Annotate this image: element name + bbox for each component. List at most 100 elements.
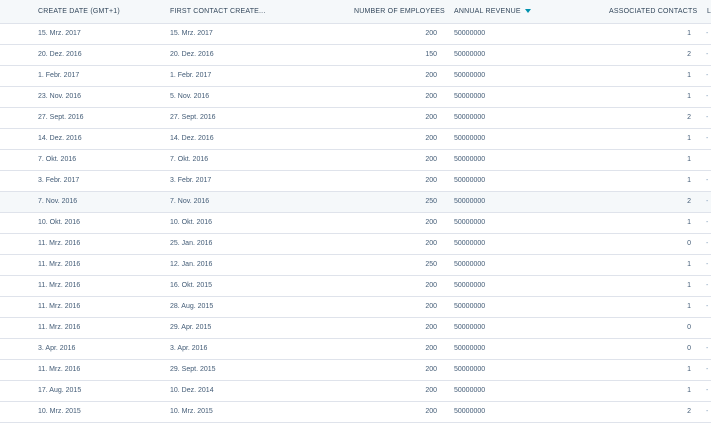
cell-extra: - [706, 387, 709, 394]
cell-revenue: 50000000 [454, 366, 486, 373]
cell-employees: 200 [425, 282, 437, 289]
cell-contacts: 2 [687, 51, 691, 58]
table-row[interactable]: 11. Mrz. 2016 29. Apr. 2015 200 50000000 0 [0, 318, 711, 339]
cell-contacts: 2 [687, 198, 691, 205]
column-header-contacts[interactable]: ASSOCIATED CONTACTS [609, 0, 697, 23]
table-row[interactable]: 10. Mrz. 2015 10. Mrz. 2015 200 50000000 2 - [0, 402, 711, 423]
cell-extra: - [706, 114, 709, 121]
cell-first-contact: 3. Apr. 2016 [170, 345, 208, 352]
table-row[interactable]: 23. Nov. 2016 5. Nov. 2016 200 50000000 1 - [0, 87, 711, 108]
cell-contacts: 2 [687, 408, 691, 415]
cell-employees: 200 [425, 114, 437, 121]
table-row[interactable]: 3. Apr. 2016 3. Apr. 2016 200 50000000 0 - [0, 339, 711, 360]
table-header: CREATE DATE (GMT+1) FIRST CONTACT CREATE… [0, 0, 711, 24]
table-row[interactable]: 17. Aug. 2015 10. Dez. 2014 200 50000000 1 - [0, 381, 711, 402]
companies-table: CREATE DATE (GMT+1) FIRST CONTACT CREATE… [0, 0, 711, 423]
cell-first-contact: 28. Aug. 2015 [170, 303, 214, 310]
table-row[interactable]: 7. Nov. 2016 7. Nov. 2016 250 50000000 2 - [0, 192, 711, 213]
cell-extra: - [706, 366, 709, 373]
column-header-create-date[interactable]: CREATE DATE (GMT+1) [38, 0, 120, 23]
cell-contacts: 0 [687, 345, 691, 352]
cell-first-contact: 29. Sept. 2015 [170, 366, 216, 373]
cell-create-date: 20. Dez. 2016 [38, 51, 82, 58]
cell-extra: - [706, 72, 709, 79]
column-header-revenue[interactable]: ANNUAL REVENUE [454, 0, 531, 23]
table-row[interactable]: 15. Mrz. 2017 15. Mrz. 2017 200 50000000 1 - [0, 24, 711, 45]
cell-first-contact: 7. Okt. 2016 [170, 156, 209, 163]
table-row[interactable]: 11. Mrz. 2016 16. Okt. 2015 200 50000000 1 - [0, 276, 711, 297]
table-row[interactable]: 20. Dez. 2016 20. Dez. 2016 150 50000000 2 - [0, 45, 711, 66]
cell-extra: - [706, 135, 709, 142]
cell-first-contact: 10. Okt. 2016 [170, 219, 213, 226]
table-row[interactable]: 27. Sept. 2016 27. Sept. 2016 200 50000000 2… [0, 108, 711, 129]
cell-contacts: 1 [687, 93, 691, 100]
cell-first-contact: 7. Nov. 2016 [170, 198, 210, 205]
cell-extra: - [706, 303, 709, 310]
cell-employees: 200 [425, 156, 437, 163]
table-row[interactable]: 1. Febr. 2017 1. Febr. 2017 200 50000000 1 - [0, 66, 711, 87]
cell-create-date: 17. Aug. 2015 [38, 387, 82, 394]
cell-first-contact: 25. Jan. 2016 [170, 240, 213, 247]
table-row[interactable]: 11. Mrz. 2016 25. Jan. 2016 200 50000000 0 - [0, 234, 711, 255]
cell-create-date: 23. Nov. 2016 [38, 93, 82, 100]
cell-create-date: 11. Mrz. 2016 [38, 303, 81, 310]
cell-revenue: 50000000 [454, 261, 486, 268]
cell-employees: 200 [425, 408, 437, 415]
table-row[interactable]: 3. Febr. 2017 3. Febr. 2017 200 50000000 1 - [0, 171, 711, 192]
cell-revenue: 50000000 [454, 345, 486, 352]
cell-first-contact: 29. Apr. 2015 [170, 324, 212, 331]
sort-down-icon[interactable] [524, 9, 531, 14]
cell-first-contact: 27. Sept. 2016 [170, 114, 216, 121]
cell-revenue: 50000000 [454, 219, 486, 226]
cell-employees: 200 [425, 240, 437, 247]
cell-extra: - [706, 177, 709, 184]
table-row[interactable]: 10. Okt. 2016 10. Okt. 2016 200 50000000 1 - [0, 213, 711, 234]
cell-create-date: 3. Febr. 2017 [38, 177, 80, 184]
cell-contacts: 1 [687, 366, 691, 373]
cell-revenue: 50000000 [454, 303, 486, 310]
cell-create-date: 10. Okt. 2016 [38, 219, 81, 226]
cell-create-date: 15. Mrz. 2017 [38, 30, 81, 37]
cell-revenue: 50000000 [454, 51, 486, 58]
cell-create-date: 7. Okt. 2016 [38, 156, 77, 163]
table-row[interactable]: 11. Mrz. 2016 29. Sept. 2015 200 50000000 1 - [0, 360, 711, 381]
cell-first-contact: 3. Febr. 2017 [170, 177, 212, 184]
cell-extra: - [706, 261, 709, 268]
cell-extra: - [706, 219, 709, 226]
cell-extra: - [706, 408, 709, 415]
table-row[interactable]: 7. Okt. 2016 7. Okt. 2016 200 50000000 1 [0, 150, 711, 171]
cell-contacts: 1 [687, 72, 691, 79]
cell-create-date: 14. Dez. 2016 [38, 135, 82, 142]
column-header-employees[interactable]: NUMBER OF EMPLOYEES [354, 0, 445, 23]
cell-contacts: 1 [687, 156, 691, 163]
cell-extra: - [706, 93, 709, 100]
cell-first-contact: 15. Mrz. 2017 [170, 30, 213, 37]
cell-employees: 250 [425, 198, 437, 205]
cell-contacts: 1 [687, 30, 691, 37]
column-header-extra[interactable]: L [707, 0, 711, 23]
cell-contacts: 1 [687, 219, 691, 226]
cell-revenue: 50000000 [454, 93, 486, 100]
cell-contacts: 2 [687, 114, 691, 121]
cell-first-contact: 20. Dez. 2016 [170, 51, 214, 58]
cell-contacts: 0 [687, 324, 691, 331]
cell-create-date: 11. Mrz. 2016 [38, 261, 81, 268]
cell-revenue: 50000000 [454, 72, 486, 79]
cell-first-contact: 5. Nov. 2016 [170, 93, 210, 100]
table-row[interactable]: 11. Mrz. 2016 28. Aug. 2015 200 50000000 1 - [0, 297, 711, 318]
cell-contacts: 1 [687, 303, 691, 310]
cell-employees: 200 [425, 93, 437, 100]
cell-revenue: 50000000 [454, 408, 486, 415]
column-header-revenue-label: ANNUAL REVENUE [454, 8, 521, 15]
column-header-first-contact[interactable]: FIRST CONTACT CREATE... [170, 0, 265, 23]
cell-revenue: 50000000 [454, 324, 486, 331]
cell-employees: 200 [425, 387, 437, 394]
table-row[interactable]: 11. Mrz. 2016 12. Jan. 2016 250 50000000 1 - [0, 255, 711, 276]
cell-extra: - [706, 345, 709, 352]
cell-extra: - [706, 30, 709, 37]
table-row[interactable]: 14. Dez. 2016 14. Dez. 2016 200 50000000 1 - [0, 129, 711, 150]
cell-create-date: 7. Nov. 2016 [38, 198, 78, 205]
cell-create-date: 27. Sept. 2016 [38, 114, 84, 121]
cell-extra: - [706, 240, 709, 247]
cell-first-contact: 12. Jan. 2016 [170, 261, 213, 268]
